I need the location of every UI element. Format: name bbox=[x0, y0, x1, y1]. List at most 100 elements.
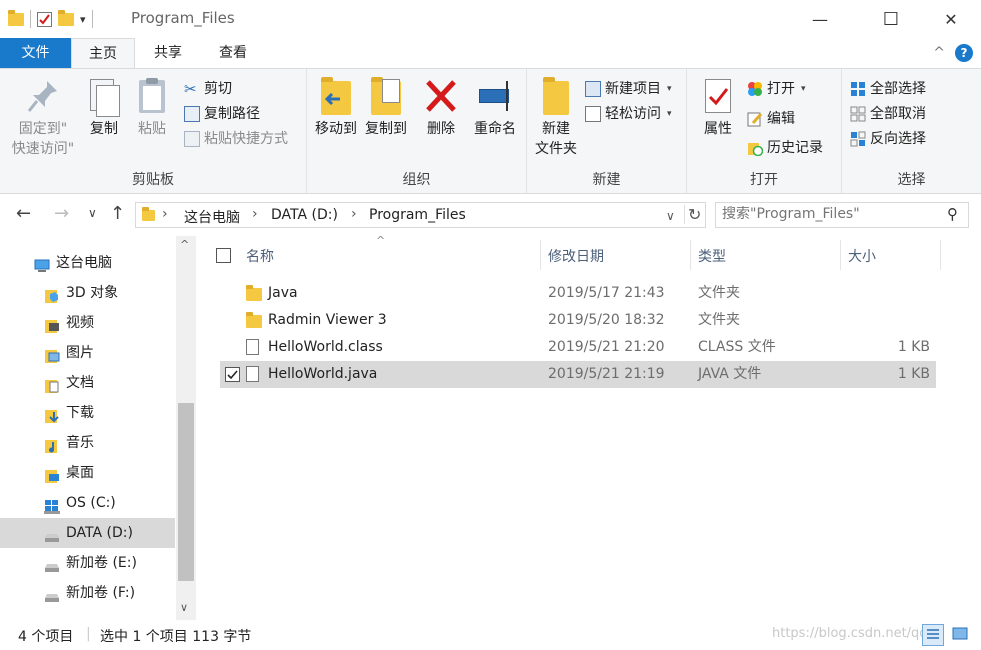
properties-check-icon[interactable] bbox=[37, 11, 52, 27]
file-size: 1 KB bbox=[897, 339, 930, 355]
minimize-button[interactable]: — bbox=[797, 0, 843, 38]
nav-item-music[interactable]: 音乐 bbox=[0, 428, 175, 458]
select-group-label: 选择 bbox=[897, 172, 926, 188]
up-button[interactable]: ↑ bbox=[110, 203, 125, 224]
folder-icon bbox=[246, 312, 262, 328]
item-count: 4 个项目 bbox=[18, 629, 74, 645]
divider bbox=[30, 10, 31, 28]
file-row-helloworld-class[interactable]: HelloWorld.class 2019/5/21 21:20 CLASS 文… bbox=[220, 334, 936, 361]
folder-icon bbox=[8, 9, 24, 26]
column-divider[interactable] bbox=[940, 240, 941, 270]
file-row-radmin-viewer[interactable]: Radmin Viewer 3 2019/5/20 18:32 文件夹 bbox=[220, 307, 936, 334]
quick-access-toolbar: ▾ bbox=[8, 8, 93, 30]
new-item-button[interactable]: 新建项目 ▾ bbox=[585, 77, 672, 101]
rename-button[interactable]: 重命名 bbox=[469, 77, 521, 139]
paste-button[interactable]: 粘贴 bbox=[132, 77, 172, 139]
open-app-icon bbox=[747, 81, 763, 97]
breadcrumb-separator[interactable]: › bbox=[252, 206, 258, 222]
address-dropdown-button[interactable]: ∨ bbox=[666, 209, 675, 223]
address-row: ← → ∨ ↑ › 这台电脑 › DATA (D:) › Program_Fil… bbox=[0, 194, 981, 236]
copy-to-button[interactable]: 复制到 bbox=[361, 77, 411, 139]
nav-item-documents[interactable]: 文档 bbox=[0, 368, 175, 398]
details-view-button[interactable] bbox=[922, 624, 944, 646]
desktop-icon bbox=[44, 465, 60, 483]
3d-objects-icon bbox=[44, 285, 60, 303]
navigation-pane: 这台电脑 3D 对象 视频 图片 文档 下载 音乐 桌面 OS (C:) DAT… bbox=[0, 236, 196, 620]
select-all-checkbox[interactable] bbox=[216, 248, 231, 263]
help-icon[interactable]: ? bbox=[955, 44, 973, 62]
copy-path-button[interactable]: 复制路径 bbox=[184, 102, 260, 126]
file-row-java[interactable]: Java 2019/5/17 21:43 文件夹 bbox=[220, 280, 936, 307]
copy-button[interactable]: 复制 bbox=[84, 77, 124, 139]
address-bar[interactable]: › 这台电脑 › DATA (D:) › Program_Files ∨ ↻ bbox=[135, 202, 706, 228]
file-row-helloworld-java[interactable]: HelloWorld.java 2019/5/21 21:19 JAVA 文件 … bbox=[220, 361, 936, 388]
move-to-button[interactable]: 移动到 bbox=[311, 77, 361, 139]
column-divider[interactable] bbox=[690, 240, 691, 270]
invert-selection-button[interactable]: 反向选择 bbox=[850, 127, 926, 151]
nav-item-volume-f[interactable]: 新加卷 (F:) bbox=[0, 578, 175, 608]
tab-share[interactable]: 共享 bbox=[138, 38, 198, 68]
nav-item-downloads[interactable]: 下载 bbox=[0, 398, 175, 428]
delete-button[interactable]: 删除 bbox=[421, 77, 461, 139]
nav-item-volume-e[interactable]: 新加卷 (E:) bbox=[0, 548, 175, 578]
file-name: Radmin Viewer 3 bbox=[268, 312, 387, 328]
tab-home[interactable]: 主页 bbox=[71, 38, 135, 69]
videos-icon bbox=[44, 315, 60, 333]
open-button[interactable]: 打开 ▾ bbox=[747, 77, 806, 101]
recent-locations-button[interactable]: ∨ bbox=[88, 206, 97, 220]
breadcrumb-this-pc[interactable]: 这台电脑 bbox=[184, 207, 240, 227]
new-folder-icon[interactable] bbox=[58, 9, 74, 26]
search-input[interactable] bbox=[722, 206, 932, 222]
new-group: 新建 文件夹 新建项目 ▾ 轻松访问 ▾ 新建 bbox=[527, 69, 687, 193]
properties-button[interactable]: 属性 bbox=[695, 77, 741, 139]
paste-shortcut-button[interactable]: 粘贴快捷方式 bbox=[184, 127, 288, 151]
edit-button[interactable]: 编辑 bbox=[747, 107, 795, 131]
open-caret: ▾ bbox=[801, 84, 806, 94]
history-button[interactable]: 历史记录 bbox=[747, 136, 823, 160]
scroll-down-arrow[interactable]: ∨ bbox=[180, 601, 188, 614]
file-date: 2019/5/21 21:20 bbox=[548, 339, 665, 355]
column-divider[interactable] bbox=[840, 240, 841, 270]
select-none-button[interactable]: 全部取消 bbox=[850, 102, 926, 126]
easy-access-caret: ▾ bbox=[667, 109, 672, 119]
breadcrumb-data-drive[interactable]: DATA (D:) bbox=[271, 207, 338, 223]
pin-icon bbox=[25, 77, 61, 115]
qat-customize-caret[interactable]: ▾ bbox=[80, 13, 86, 26]
nav-item-os-c[interactable]: OS (C:) bbox=[0, 488, 175, 518]
maximize-button[interactable]: ☐ bbox=[868, 0, 914, 38]
back-button[interactable]: ← bbox=[16, 203, 31, 224]
breadcrumb-separator[interactable]: › bbox=[162, 206, 168, 222]
large-icons-view-button[interactable] bbox=[950, 624, 972, 646]
file-type: 文件夹 bbox=[698, 312, 740, 328]
select-all-button[interactable]: 全部选择 bbox=[850, 77, 926, 101]
collapse-ribbon-icon[interactable]: ^ bbox=[933, 45, 945, 61]
forward-button[interactable]: → bbox=[54, 203, 69, 224]
search-icon[interactable]: ⚲ bbox=[947, 205, 958, 223]
tab-view[interactable]: 查看 bbox=[203, 38, 263, 68]
row-checkbox-checked[interactable] bbox=[225, 367, 240, 382]
column-header-name[interactable]: 名称 bbox=[246, 246, 274, 266]
refresh-button[interactable]: ↻ bbox=[684, 205, 701, 224]
column-header-type[interactable]: 类型 bbox=[698, 246, 726, 266]
column-header-date[interactable]: 修改日期 bbox=[548, 246, 604, 266]
new-folder-button[interactable]: 新建 文件夹 bbox=[531, 77, 581, 159]
cut-button[interactable]: ✂ 剪切 bbox=[184, 77, 232, 101]
easy-access-button[interactable]: 轻松访问 ▾ bbox=[585, 102, 672, 126]
breadcrumb-program-files[interactable]: Program_Files bbox=[369, 207, 466, 223]
file-size: 1 KB bbox=[897, 366, 930, 382]
column-header-size[interactable]: 大小 bbox=[848, 246, 876, 266]
scroll-up-arrow[interactable]: ^ bbox=[180, 238, 189, 251]
column-divider[interactable] bbox=[540, 240, 541, 270]
nav-item-pictures[interactable]: 图片 bbox=[0, 338, 175, 368]
nav-item-desktop[interactable]: 桌面 bbox=[0, 458, 175, 488]
nav-item-videos[interactable]: 视频 bbox=[0, 308, 175, 338]
nav-scroll-thumb[interactable] bbox=[178, 403, 194, 581]
nav-item-data-d[interactable]: DATA (D:) bbox=[0, 518, 175, 548]
nav-item-3d-objects[interactable]: 3D 对象 bbox=[0, 278, 175, 308]
search-box[interactable]: ⚲ bbox=[715, 202, 969, 228]
breadcrumb-separator[interactable]: › bbox=[351, 206, 357, 222]
close-button[interactable]: ✕ bbox=[928, 0, 974, 38]
tab-file[interactable]: 文件 bbox=[0, 38, 71, 68]
nav-item-this-pc[interactable]: 这台电脑 bbox=[0, 248, 175, 278]
pin-to-quick-access-button[interactable]: 固定到" 快速访问" bbox=[6, 77, 80, 159]
